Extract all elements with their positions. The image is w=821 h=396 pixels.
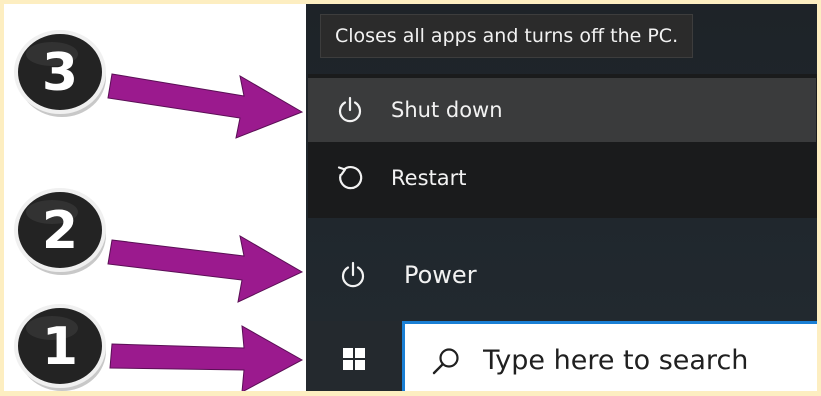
shutdown-label: Shut down (391, 98, 503, 122)
windows-start-panel: Closes all apps and turns off the PC. Sh… (306, 4, 817, 391)
restart-menu-item[interactable]: Restart (308, 146, 816, 210)
power-options-menu: Shut down Restart (308, 74, 817, 218)
annotation-area: 3 2 1 (4, 4, 304, 391)
shutdown-menu-item[interactable]: Shut down (308, 78, 816, 142)
restart-label: Restart (391, 166, 467, 190)
start-button[interactable] (306, 321, 402, 391)
power-icon (338, 260, 368, 290)
power-button[interactable]: Power (306, 240, 817, 310)
search-icon (431, 346, 461, 376)
taskbar (306, 321, 817, 391)
power-icon (335, 95, 365, 125)
arrow-to-start (109, 325, 304, 391)
restart-icon (335, 163, 365, 193)
annotation-arrows (107, 73, 304, 391)
taskbar-search-box[interactable] (402, 321, 817, 391)
arrow-to-shutdown (107, 73, 304, 139)
arrow-to-power (107, 235, 304, 303)
windows-logo-icon (343, 347, 365, 374)
power-label: Power (404, 261, 477, 289)
screenshot-frame: 3 2 1 Closes all apps and turns off the … (0, 0, 821, 396)
search-input[interactable] (483, 345, 813, 376)
shutdown-tooltip: Closes all apps and turns off the PC. (320, 14, 694, 58)
